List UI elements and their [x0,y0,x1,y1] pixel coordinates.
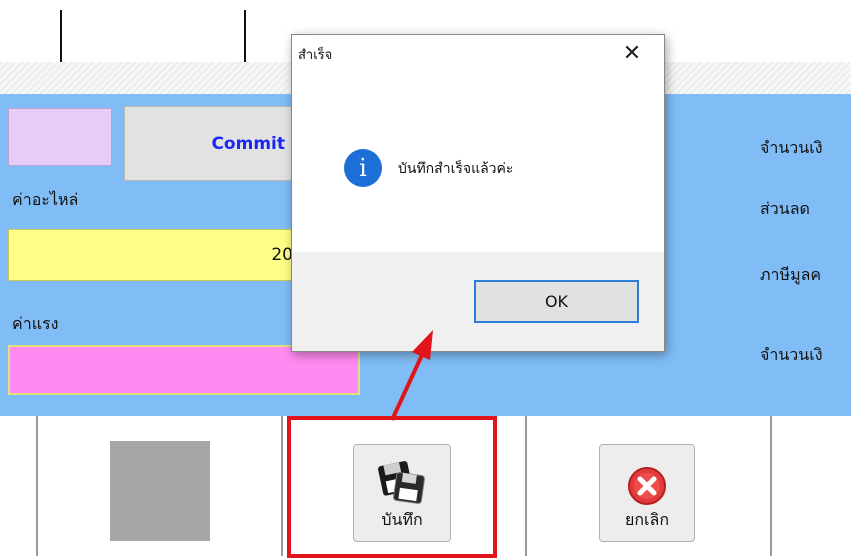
toolbar-separator [770,416,772,556]
labor-field[interactable] [8,345,360,395]
commit-label: Commit [211,133,285,154]
placeholder-button[interactable] [110,441,210,541]
parts-label: ค่าอะไหล่ [12,190,79,209]
close-icon[interactable]: ✕ [617,38,647,68]
cancel-x-icon [628,467,666,505]
purple-field[interactable] [8,108,112,166]
vat-label: ภาษีมูลค [760,265,822,284]
cancel-button[interactable]: ยกเลิก [599,444,695,542]
amount-label: จำนวนเงิ [760,138,823,157]
cancel-label: ยกเลิก [624,510,670,529]
grid-divider [244,10,246,62]
ok-button[interactable]: OK [474,280,639,323]
labor-label: ค่าแรง [12,314,59,333]
ok-label: OK [544,292,569,311]
total-label: จำนวนเงิ [760,345,823,364]
info-icon: i [344,149,382,187]
dialog-message: บันทึกสำเร็จแล้วค่ะ [398,161,514,177]
highlight-frame [287,416,497,558]
discount-label: ส่วนลด [760,199,810,218]
toolbar-separator [281,416,283,556]
toolbar-separator [525,416,527,556]
commit-button[interactable]: Commit [124,106,304,181]
parts-field[interactable]: 20 [8,229,304,281]
grid-divider [60,10,62,62]
dialog-title: สำเร็จ [298,48,333,63]
toolbar-separator [36,416,38,556]
